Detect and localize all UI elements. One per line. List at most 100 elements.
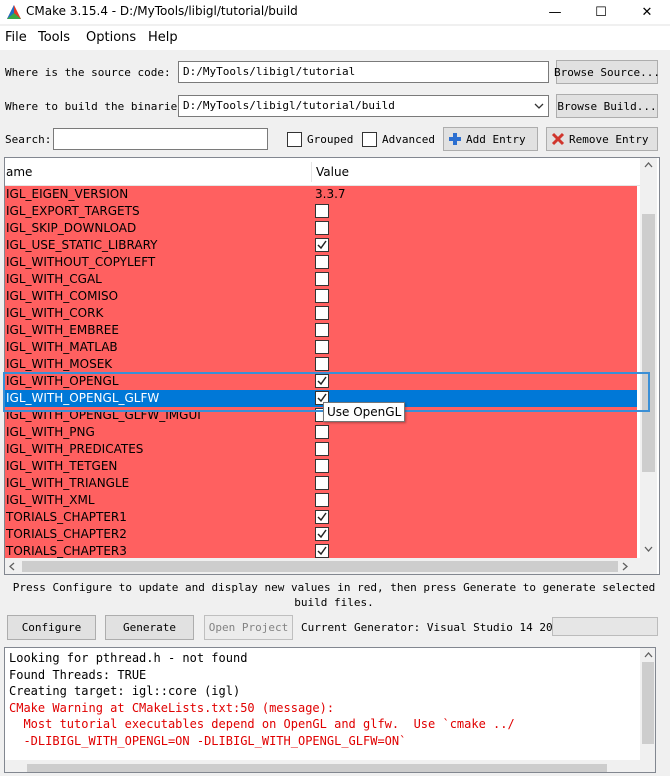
cache-table[interactable]: ame Value IGL_EIGEN_VERSION 3.3.7 IGL_EXPO… — [4, 157, 660, 575]
search-input[interactable] — [53, 128, 268, 150]
progress-bar — [552, 617, 658, 636]
row-name: IGL_WITH_MATLAB — [6, 340, 118, 354]
row-value-checkbox[interactable] — [315, 510, 329, 524]
scroll-right-icon[interactable] — [622, 562, 628, 571]
table-row[interactable]: IGL_WITH_TRIANGLE — [5, 475, 637, 492]
row-value-checkbox[interactable] — [315, 272, 329, 286]
menu-tools[interactable]: Tools — [38, 30, 70, 45]
table-row[interactable]: IGL_WITH_OPENGL_GLFW — [5, 390, 637, 407]
log-line: -DLIBIGL_WITH_OPENGL=ON -DLIBIGL_WITH_OP… — [9, 733, 407, 748]
window-title: CMake 3.15.4 - D:/MyTools/libigl/tutoria… — [26, 4, 298, 18]
row-value-checkbox[interactable] — [315, 544, 329, 558]
row-name: IGL_WITH_TRIANGLE — [6, 476, 130, 490]
close-button[interactable]: ✕ — [624, 0, 670, 24]
checkmark-icon — [317, 529, 327, 539]
table-header: ame Value — [5, 158, 640, 186]
row-value[interactable]: 3.3.7 — [315, 187, 346, 201]
row-name: IGL_WITH_COMISO — [6, 289, 119, 303]
grouped-checkbox[interactable] — [287, 132, 302, 147]
scroll-up-icon[interactable] — [644, 162, 653, 168]
row-value-checkbox[interactable] — [315, 289, 329, 303]
remove-entry-button[interactable]: Remove Entry — [546, 127, 658, 151]
row-name: TORIALS_CHAPTER2 — [6, 527, 127, 541]
table-row[interactable]: IGL_WITH_OPENGL — [5, 373, 637, 390]
table-row[interactable]: IGL_WITH_CORK — [5, 305, 637, 322]
horizontal-scrollbar[interactable] — [5, 558, 657, 574]
table-row[interactable]: IGL_WITH_COMISO — [5, 288, 637, 305]
vertical-scrollbar[interactable] — [640, 158, 657, 558]
row-value-checkbox[interactable] — [315, 527, 329, 541]
horizontal-scroll-thumb[interactable] — [22, 561, 618, 572]
column-header-value[interactable]: Value — [316, 165, 349, 179]
menu-bar: File Tools Options Help — [0, 26, 670, 50]
table-row[interactable]: IGL_WITH_EMBREE — [5, 322, 637, 339]
source-path-field[interactable]: D:/MyTools/libigl/tutorial — [178, 61, 549, 83]
row-value-checkbox[interactable] — [315, 459, 329, 473]
menu-options[interactable]: Options — [86, 30, 136, 45]
log-line: Looking for pthread.h - not found — [9, 651, 248, 665]
maximize-button[interactable]: ☐ — [578, 0, 624, 24]
row-value-checkbox[interactable] — [315, 442, 329, 456]
advanced-label: Advanced — [382, 133, 435, 146]
row-value-checkbox[interactable] — [315, 340, 329, 354]
log-vertical-scrollbar[interactable] — [640, 648, 655, 772]
log-hscroll-thumb[interactable] — [27, 764, 607, 772]
row-value-checkbox[interactable] — [315, 204, 329, 218]
menu-file[interactable]: File — [5, 30, 27, 45]
configure-button[interactable]: Configure — [7, 615, 96, 640]
add-entry-button[interactable]: Add Entry — [443, 127, 538, 151]
open-project-button[interactable]: Open Project — [204, 615, 293, 640]
table-row[interactable]: IGL_WITH_TETGEN — [5, 458, 637, 475]
table-row[interactable]: IGL_WITH_OPENGL_GLFW_IMGUI — [5, 407, 637, 424]
browse-build-button[interactable]: Browse Build... — [556, 94, 658, 118]
log-scroll-thumb[interactable] — [642, 662, 654, 744]
hint-text: Press Configure to update and display ne… — [12, 581, 656, 609]
table-row[interactable]: IGL_WITH_PNG — [5, 424, 637, 441]
build-path-combo[interactable]: D:/MyTools/libigl/tutorial/build — [178, 95, 549, 117]
log-line: CMake Warning at CMakeLists.txt:50 (mess… — [9, 700, 335, 715]
row-value-checkbox[interactable] — [315, 221, 329, 235]
remove-entry-label: Remove Entry — [569, 132, 649, 146]
log-horizontal-scrollbar[interactable] — [5, 760, 640, 772]
row-value-checkbox[interactable] — [315, 493, 329, 507]
search-label: Search: — [5, 133, 52, 146]
row-value-checkbox[interactable] — [315, 374, 329, 388]
row-value-checkbox[interactable] — [315, 306, 329, 320]
browse-source-button[interactable]: Browse Source... — [554, 60, 660, 84]
table-row[interactable]: IGL_EIGEN_VERSION 3.3.7 — [5, 186, 637, 203]
column-header-name[interactable]: ame — [6, 165, 32, 179]
row-value-checkbox[interactable] — [315, 357, 329, 371]
row-value-checkbox[interactable] — [315, 255, 329, 269]
generate-button[interactable]: Generate — [105, 615, 194, 640]
advanced-checkbox[interactable] — [362, 132, 377, 147]
row-value-checkbox[interactable] — [315, 425, 329, 439]
checkmark-icon — [317, 376, 327, 386]
table-row[interactable]: TORIALS_CHAPTER1 — [5, 509, 637, 526]
grouped-label: Grouped — [307, 133, 354, 146]
table-row[interactable]: IGL_WITH_MOSEK — [5, 356, 637, 373]
table-row[interactable]: IGL_SKIP_DOWNLOAD — [5, 220, 637, 237]
table-row[interactable]: TORIALS_CHAPTER3 — [5, 543, 637, 558]
scroll-up-icon[interactable] — [644, 652, 653, 658]
column-divider[interactable] — [311, 162, 312, 182]
table-row[interactable]: IGL_WITHOUT_COPYLEFT — [5, 254, 637, 271]
output-log[interactable]: Looking for pthread.h - not found Found T… — [4, 647, 656, 773]
vertical-scroll-thumb[interactable] — [642, 214, 655, 472]
title-bar[interactable]: CMake 3.15.4 - D:/MyTools/libigl/tutoria… — [0, 0, 670, 24]
table-row[interactable]: IGL_WITH_CGAL — [5, 271, 637, 288]
cmake-logo-icon — [7, 5, 21, 19]
table-row[interactable]: IGL_EXPORT_TARGETS — [5, 203, 637, 220]
row-value-checkbox[interactable] — [315, 476, 329, 490]
row-value-checkbox[interactable] — [315, 323, 329, 337]
table-row[interactable]: IGL_USE_STATIC_LIBRARY — [5, 237, 637, 254]
menu-help[interactable]: Help — [148, 30, 178, 45]
row-value-checkbox[interactable] — [315, 238, 329, 252]
table-row[interactable]: IGL_WITH_MATLAB — [5, 339, 637, 356]
scroll-left-icon[interactable] — [9, 562, 15, 571]
table-row[interactable]: IGL_WITH_XML — [5, 492, 637, 509]
table-row[interactable]: TORIALS_CHAPTER2 — [5, 526, 637, 543]
minimize-button[interactable]: — — [532, 0, 578, 24]
scroll-down-icon[interactable] — [644, 546, 653, 552]
table-row[interactable]: IGL_WITH_PREDICATES — [5, 441, 637, 458]
chevron-down-icon[interactable] — [534, 102, 544, 110]
